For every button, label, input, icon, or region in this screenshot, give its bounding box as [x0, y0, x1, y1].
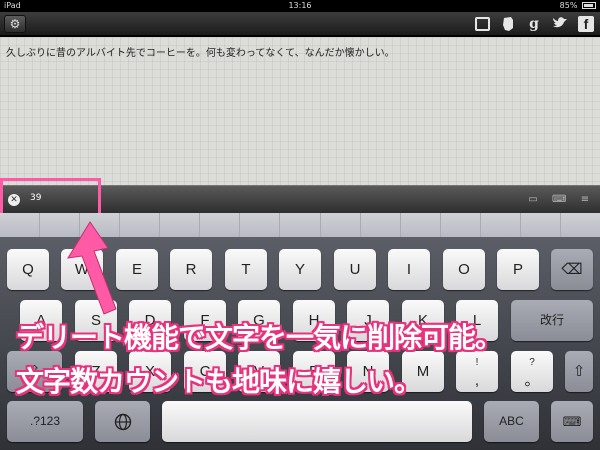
candidate-slot[interactable]: [240, 213, 281, 237]
battery-percent: 85%: [559, 1, 578, 10]
key-r[interactable]: R: [170, 249, 212, 290]
window-icon[interactable]: [475, 17, 490, 31]
pointer-arrow: [67, 221, 117, 315]
candidate-slot[interactable]: [280, 213, 321, 237]
clock: 13:16: [288, 1, 312, 10]
key-p[interactable]: P: [497, 249, 539, 290]
candidate-slot[interactable]: [160, 213, 201, 237]
key-i[interactable]: I: [388, 249, 430, 290]
numbers-key[interactable]: .?123: [7, 401, 83, 442]
menu-icon[interactable]: ≡: [578, 194, 592, 205]
settings-button[interactable]: ⚙: [4, 15, 26, 33]
key-exclaim-top: !: [475, 357, 479, 368]
twitter-icon[interactable]: [552, 16, 568, 32]
share-icons: g f: [475, 15, 594, 33]
editor-text: 久しぶりに昔のアルバイト先でコーヒーを。何も変わってなくて、なんだか懐かしい。: [6, 48, 395, 59]
key-exclaim[interactable]: ! ,: [456, 351, 498, 392]
app-toolbar: ⚙ g f: [0, 12, 600, 36]
return-key[interactable]: 改行: [511, 300, 593, 341]
delete-key[interactable]: ⌫: [551, 249, 593, 290]
key-question-bottom: 。: [524, 372, 540, 389]
key-y[interactable]: Y: [279, 249, 321, 290]
status-bar: iPad 13:16 85%: [0, 0, 600, 12]
space-key[interactable]: [162, 401, 472, 442]
key-t[interactable]: T: [225, 249, 267, 290]
annotation-line-1: デリート機能で文字を一気に削除可能。: [16, 321, 503, 354]
key-q[interactable]: Q: [7, 249, 49, 290]
candidate-slot[interactable]: [441, 213, 481, 237]
key-question[interactable]: ? 。: [511, 351, 553, 392]
keyboard-hide-icon: ⌨: [562, 414, 582, 429]
annotation-line-2: 文字数カウントも地味に嬉しい。: [16, 365, 422, 398]
candidate-slot[interactable]: [481, 213, 521, 237]
candidate-slot[interactable]: [561, 213, 600, 237]
key-o[interactable]: O: [443, 249, 485, 290]
accessory-icons: ▭ ⌨ ≡: [526, 194, 592, 205]
globe-icon: [114, 413, 131, 431]
evernote-icon[interactable]: [500, 16, 516, 32]
key-u[interactable]: U: [334, 249, 376, 290]
keyboard-icon[interactable]: ⌨: [552, 194, 566, 205]
candidate-slot[interactable]: [361, 213, 401, 237]
facebook-icon[interactable]: f: [578, 16, 594, 32]
shift-key-right[interactable]: ⇧: [565, 351, 593, 392]
gear-icon: ⚙: [9, 17, 21, 31]
key-question-top: ?: [529, 357, 535, 368]
candidate-slot[interactable]: [321, 213, 361, 237]
google-plus-icon[interactable]: g: [526, 16, 542, 32]
dismiss-keyboard-key[interactable]: ⌨: [551, 401, 593, 442]
candidate-slot[interactable]: [0, 213, 41, 237]
abc-key[interactable]: ABC: [484, 401, 539, 442]
photo-icon[interactable]: ▭: [526, 194, 540, 205]
key-exclaim-bottom: ,: [474, 372, 480, 389]
battery-icon: [582, 2, 596, 9]
candidate-slot[interactable]: [200, 213, 241, 237]
battery-indicator: 85%: [560, 0, 596, 12]
candidate-slot[interactable]: [521, 213, 561, 237]
text-editor[interactable]: 久しぶりに昔のアルバイト先でコーヒーを。何も変わってなくて、なんだか懐かしい。: [0, 37, 600, 185]
shift-icon: ⇧: [572, 363, 586, 380]
backspace-icon: ⌫: [561, 261, 583, 278]
globe-key[interactable]: [95, 401, 150, 442]
candidate-slot[interactable]: [401, 213, 441, 237]
